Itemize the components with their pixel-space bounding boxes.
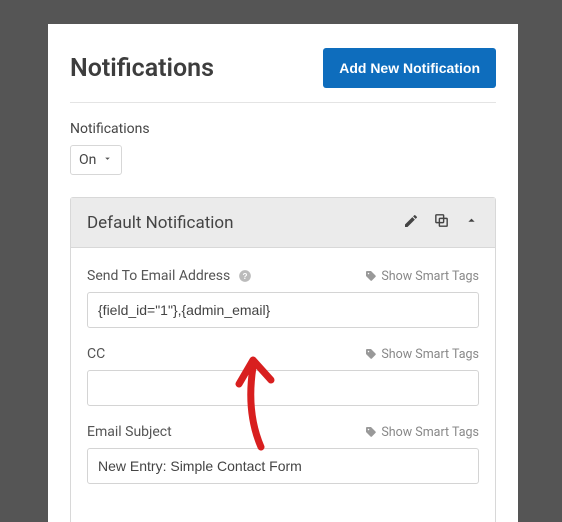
page-title: Notifications [70, 54, 214, 83]
collapse-icon[interactable] [464, 213, 479, 232]
show-smart-tags-link[interactable]: Show Smart Tags [365, 269, 479, 284]
subject-label: Email Subject [87, 424, 172, 440]
svg-text:?: ? [243, 272, 248, 281]
settings-card: Notifications Add New Notification Notif… [48, 24, 518, 522]
copy-icon[interactable] [433, 212, 450, 233]
notifications-toggle-select[interactable]: On [70, 145, 122, 175]
field-send-to: Send To Email Address ? Show Smart Tags [87, 268, 479, 328]
panel-body: Send To Email Address ? Show Smart Tags … [71, 248, 495, 522]
divider [70, 102, 496, 103]
show-smart-tags-link[interactable]: Show Smart Tags [365, 347, 479, 362]
notification-panel: Default Notification Send To Email Addre… [70, 197, 496, 522]
panel-header: Default Notification [71, 198, 495, 248]
help-icon[interactable]: ? [238, 269, 252, 283]
notifications-toggle-value: On [79, 152, 96, 168]
panel-title: Default Notification [87, 213, 233, 233]
field-cc: CC Show Smart Tags [87, 346, 479, 406]
send-to-label: Send To Email Address ? [87, 268, 252, 284]
panel-actions [403, 212, 479, 233]
notifications-toggle-label: Notifications [70, 121, 496, 137]
edit-icon[interactable] [403, 213, 419, 233]
send-to-input[interactable] [87, 292, 479, 328]
cc-label: CC [87, 346, 105, 362]
cc-input[interactable] [87, 370, 479, 406]
field-subject: Email Subject Show Smart Tags [87, 424, 479, 484]
header-row: Notifications Add New Notification [70, 48, 496, 88]
add-notification-button[interactable]: Add New Notification [323, 48, 496, 88]
show-smart-tags-link[interactable]: Show Smart Tags [365, 425, 479, 440]
subject-input[interactable] [87, 448, 479, 484]
chevron-down-icon [102, 152, 113, 168]
